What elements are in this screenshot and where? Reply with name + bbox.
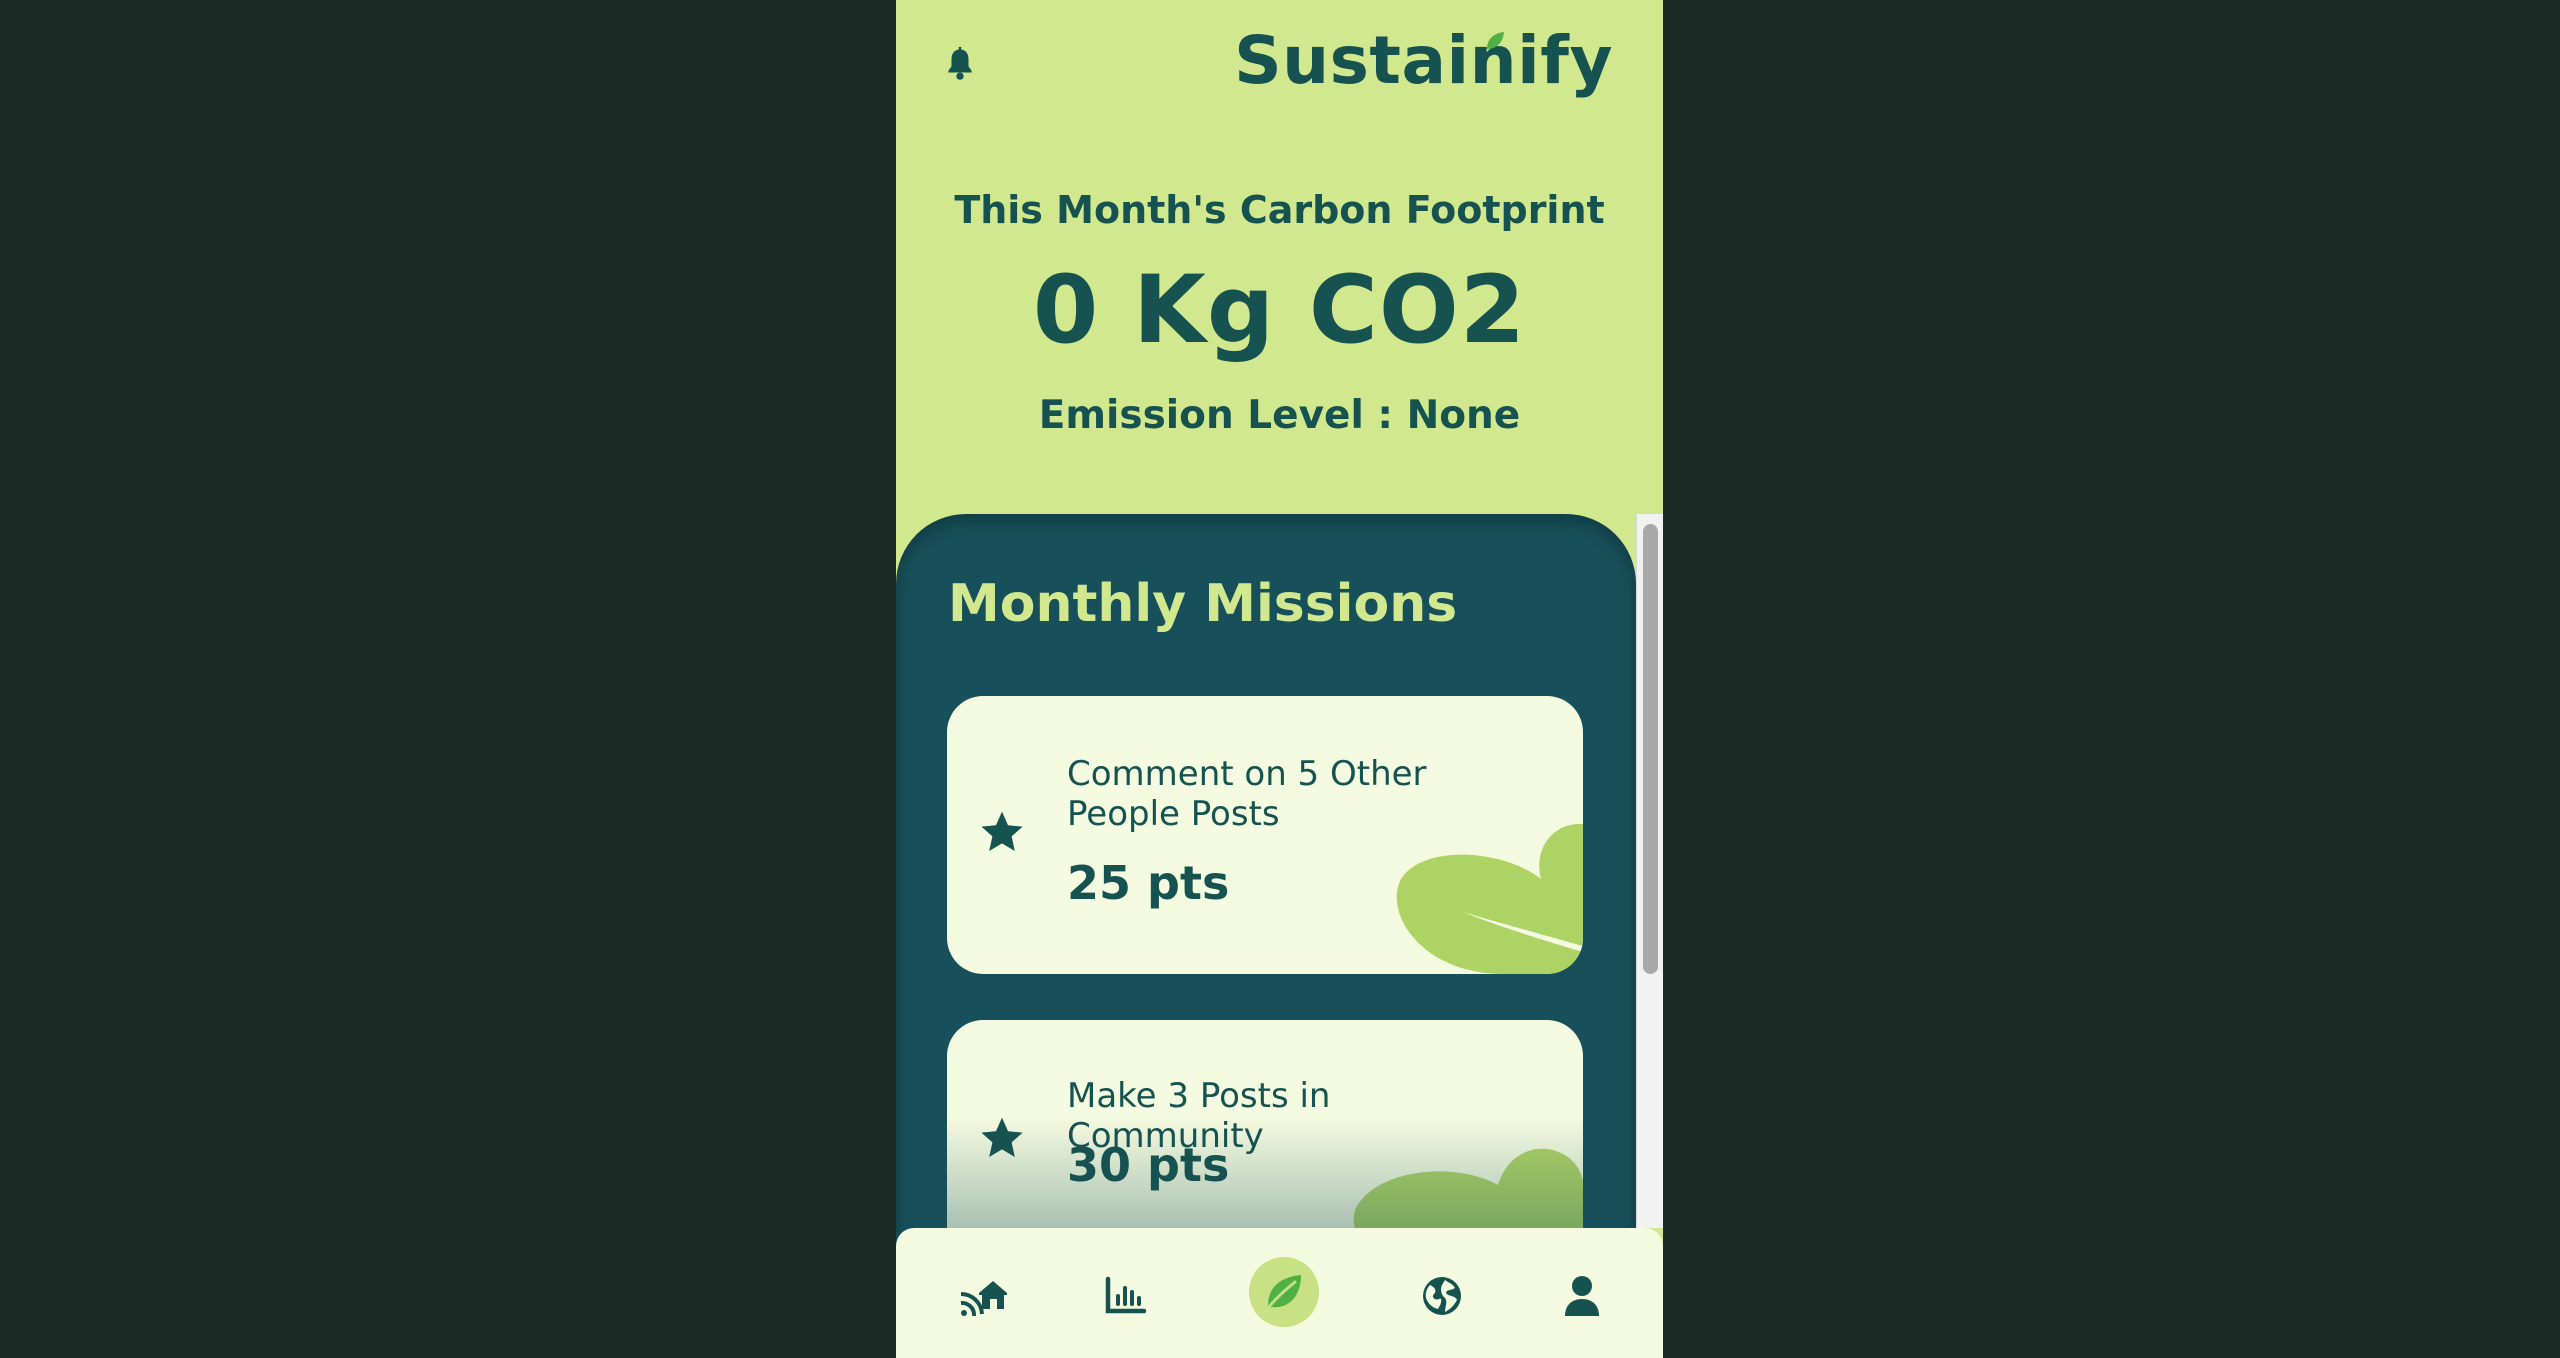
carbon-footprint-value: 0 Kg CO2	[1032, 256, 1527, 365]
mission-card[interactable]: Comment on 5 Other People Posts 25 pts	[947, 696, 1583, 974]
mission-points: 25 pts	[1067, 856, 1230, 910]
summary-title: This Month's Carbon Footprint	[954, 188, 1605, 232]
user-icon	[1565, 1276, 1599, 1316]
scrollbar-thumb[interactable]	[1643, 524, 1658, 974]
mission-text: Comment on 5 Other People Posts	[1067, 754, 1427, 834]
app-logo-text: Sustainify	[1234, 22, 1613, 99]
app-logo: Sustainify	[1234, 22, 1613, 99]
mission-card[interactable]: Make 3 Posts in Community 30 pts	[947, 1020, 1583, 1254]
globe-icon	[1423, 1277, 1461, 1315]
missions-panel[interactable]: Monthly Missions Comment on 5 Other Peop…	[896, 514, 1636, 1254]
nav-item-missions[interactable]	[1249, 1257, 1319, 1327]
emission-level: Emission Level : None	[1038, 393, 1521, 438]
home-feed-icon	[960, 1281, 1007, 1317]
phone-screen: Sustainify This Month's Carbon Footprint…	[896, 0, 1663, 1358]
star-icon	[981, 811, 1023, 851]
leaf-decoration-icon	[1396, 824, 1583, 974]
nav-item-profile[interactable]	[1554, 1268, 1610, 1324]
nav-item-home-feed[interactable]	[956, 1268, 1012, 1324]
nav-item-statistics[interactable]	[1098, 1268, 1154, 1324]
logo-leaf-icon	[1487, 32, 1505, 49]
missions-title: Monthly Missions	[948, 574, 1458, 634]
top-bar: Sustainify	[896, 0, 1663, 130]
bell-icon	[948, 47, 972, 80]
scrollbar[interactable]	[1636, 514, 1663, 1228]
nav-item-community[interactable]	[1414, 1268, 1470, 1324]
notifications-button[interactable]	[942, 46, 978, 82]
bottom-navigation	[896, 1228, 1663, 1358]
leaf-icon	[1266, 1275, 1301, 1310]
chart-icon	[1105, 1276, 1147, 1314]
carbon-summary: This Month's Carbon Footprint 0 Kg CO2 E…	[896, 180, 1663, 438]
mission-points: 30 pts	[1067, 1138, 1230, 1192]
star-icon	[981, 1117, 1023, 1157]
